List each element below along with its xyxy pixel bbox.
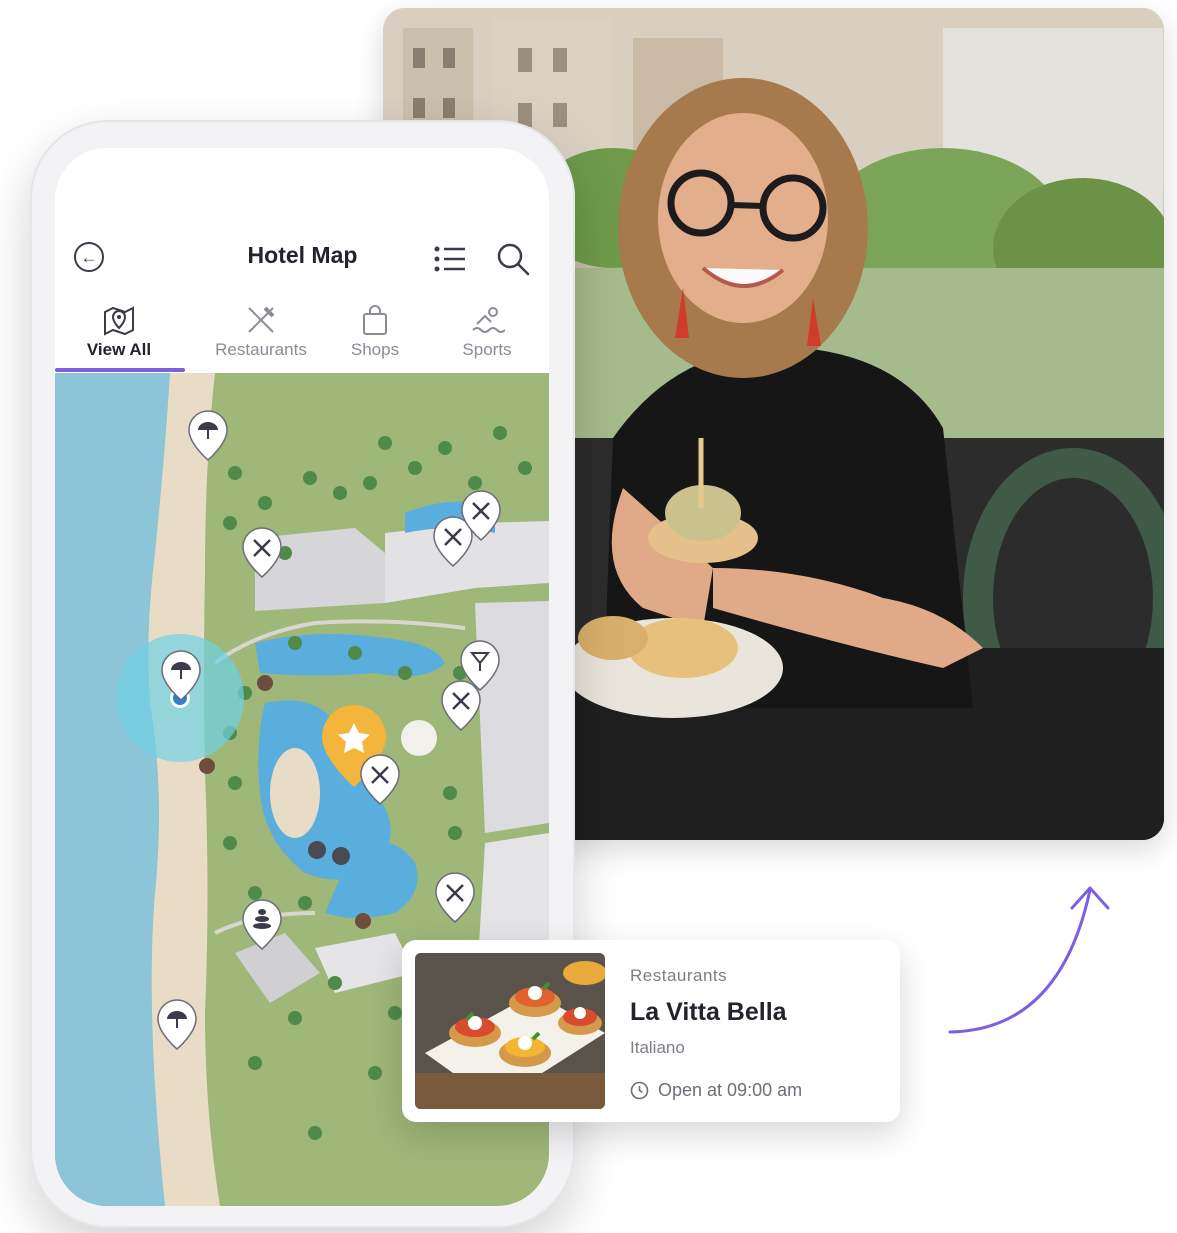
tab-shops[interactable]: Shops	[315, 300, 435, 360]
swimmer-icon	[472, 307, 505, 333]
clock-icon	[630, 1081, 649, 1100]
active-tab-indicator	[55, 368, 185, 372]
list-icon[interactable]	[433, 244, 467, 274]
tab-view-all[interactable]: View All	[59, 300, 179, 360]
category-tabs: View All Restaurants Shops Sports	[55, 300, 549, 374]
app-header: ← Hotel Map View All Restaurants Shops S…	[55, 148, 549, 373]
arrow-left-circle-icon: ←	[80, 247, 98, 267]
restaurant-photo	[415, 953, 605, 1109]
restaurant-category: Restaurants	[630, 966, 728, 985]
tab-restaurants[interactable]: Restaurants	[201, 300, 321, 360]
tab-sports[interactable]: Sports	[427, 300, 547, 360]
search-icon[interactable]	[495, 241, 531, 277]
curved-arrow-icon	[948, 886, 1110, 1034]
back-button[interactable]: ←	[74, 242, 104, 272]
shopping-bag-icon	[363, 305, 387, 335]
restaurant-name: La Vitta Bella	[630, 998, 787, 1026]
restaurant-card[interactable]: Restaurants La Vitta Bella Italiano Open…	[402, 940, 900, 1122]
map-pin-icon	[104, 306, 134, 336]
restaurant-hours: Open at 09:00 am	[630, 1080, 802, 1101]
fork-knife-icon	[248, 306, 275, 333]
page-title: Hotel Map	[247, 242, 358, 268]
restaurant-cuisine: Italiano	[630, 1038, 685, 1057]
